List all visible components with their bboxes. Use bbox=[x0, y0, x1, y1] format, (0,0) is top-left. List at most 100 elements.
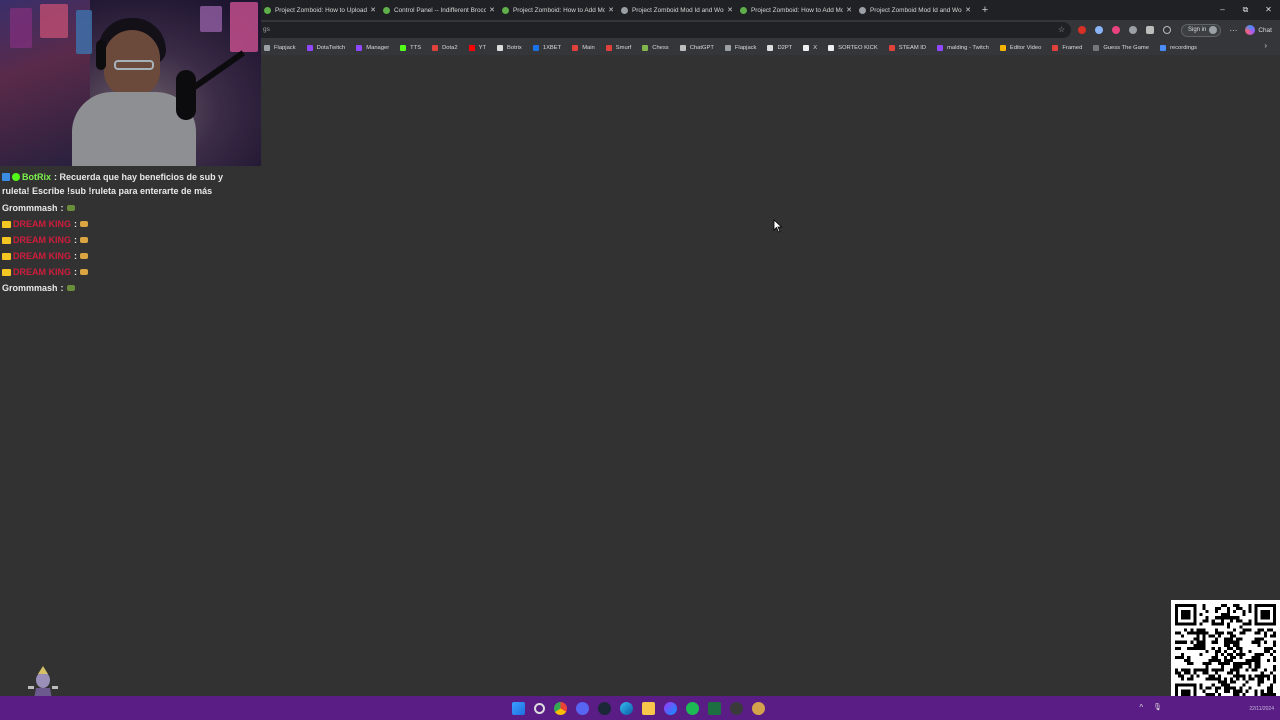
edge-icon[interactable] bbox=[620, 701, 633, 715]
taskbar-clock[interactable]: 22/11/2024 bbox=[1249, 706, 1274, 712]
excel-icon[interactable] bbox=[708, 701, 721, 715]
spotify-icon[interactable] bbox=[686, 701, 699, 715]
bookmark-item[interactable]: Dota2 bbox=[432, 44, 458, 51]
bookmark-item[interactable]: Editor Video bbox=[999, 44, 1041, 51]
browser-tab[interactable]: Project Zomboid: How to Upload a ✕ bbox=[261, 0, 380, 20]
bookmark-label: STEAM ID bbox=[898, 44, 927, 51]
close-tab-icon[interactable]: ✕ bbox=[727, 6, 733, 14]
discord-icon[interactable] bbox=[576, 701, 589, 715]
sign-in-button[interactable]: Sign in bbox=[1181, 23, 1222, 37]
chat-message: Grommmash: bbox=[2, 280, 252, 296]
bookmark-item[interactable]: Smurf bbox=[605, 44, 632, 51]
tray-chevron-icon[interactable]: ^ bbox=[1139, 703, 1143, 712]
browser-tab[interactable]: Project Zomboid: How to Add Mo ✕ bbox=[499, 0, 618, 20]
profile-avatar-icon bbox=[1209, 26, 1218, 34]
bookmark-label: recordings bbox=[1169, 44, 1198, 51]
close-tab-icon[interactable]: ✕ bbox=[965, 6, 971, 14]
tab-favicon-icon bbox=[502, 6, 509, 14]
restore-button[interactable]: ⧉ bbox=[1234, 0, 1257, 20]
tab-favicon-icon bbox=[264, 6, 271, 14]
menu-dots-icon[interactable]: ⋯ bbox=[1229, 26, 1237, 35]
messenger-icon[interactable] bbox=[664, 701, 677, 715]
history-icon[interactable] bbox=[1163, 26, 1171, 34]
new-tab-button[interactable]: + bbox=[975, 4, 995, 16]
bookmark-label: Guess The Game bbox=[1103, 44, 1149, 51]
microphone-icon[interactable]: 🎙 bbox=[1153, 703, 1162, 712]
bookmark-item[interactable]: Framed bbox=[1052, 44, 1082, 51]
bookmark-label: malding - Twitch bbox=[947, 44, 989, 51]
extensions-area bbox=[1078, 26, 1171, 34]
bookmark-item[interactable]: SORTEO KICK bbox=[828, 44, 878, 51]
chat-username: DREAM KING bbox=[13, 219, 71, 229]
close-window-button[interactable]: ✕ bbox=[1257, 0, 1280, 20]
system-tray: ^ 🎙 bbox=[1139, 703, 1162, 712]
bookmark-item[interactable]: STEAM ID bbox=[888, 44, 927, 51]
chat-separator: : bbox=[74, 235, 77, 245]
browser-tab[interactable]: Project Zomboid Mod Id and Wor ✕ bbox=[618, 0, 737, 20]
bookmark-item[interactable]: Guess The Game bbox=[1093, 44, 1149, 51]
bookmark-favicon-icon bbox=[642, 44, 649, 51]
extension-icon[interactable] bbox=[1129, 26, 1137, 34]
search-icon[interactable] bbox=[534, 702, 545, 714]
chat-rows: Grommmash: DREAM KING: DREAM KING: DREAM KI… bbox=[2, 200, 252, 296]
address-bar[interactable]: gs ☆ bbox=[261, 22, 1071, 38]
minimize-button[interactable]: – bbox=[1211, 0, 1234, 20]
bookmark-item[interactable]: Botrix bbox=[497, 44, 522, 51]
close-tab-icon[interactable]: ✕ bbox=[846, 6, 852, 14]
bookmark-item[interactable]: DotaTwitch bbox=[306, 44, 345, 51]
chat-separator: : bbox=[60, 203, 64, 213]
tab-favicon-icon bbox=[383, 6, 390, 14]
close-tab-icon[interactable]: ✕ bbox=[489, 6, 495, 14]
chat-emote-icon bbox=[80, 269, 88, 275]
extension-icon[interactable] bbox=[1095, 26, 1103, 34]
extension-icon[interactable] bbox=[1078, 26, 1086, 34]
bookmark-item[interactable]: TTS bbox=[400, 44, 421, 51]
bookmark-item[interactable]: malding - Twitch bbox=[937, 44, 989, 51]
bookmark-label: Flapjack bbox=[274, 44, 296, 51]
bookmark-item[interactable]: Manager bbox=[356, 44, 389, 51]
more-bookmarks-icon[interactable]: › bbox=[1264, 41, 1267, 50]
taskbar: ^ 🎙 22/11/2024 bbox=[0, 696, 1280, 720]
chrome-icon[interactable] bbox=[554, 701, 567, 715]
browser-tab[interactable]: Project Zomboid: How to Add Mo ✕ bbox=[737, 0, 856, 20]
media-icon[interactable] bbox=[730, 701, 743, 715]
copilot-icon bbox=[1245, 25, 1256, 35]
browser-tab[interactable]: Control Panel -- Indifferent Brocc ✕ bbox=[380, 0, 499, 20]
chat-username: Grommmash bbox=[2, 283, 58, 293]
chat-button[interactable]: Chat bbox=[1245, 25, 1272, 35]
chat-message: DREAM KING: bbox=[2, 232, 252, 248]
bookmark-favicon-icon bbox=[937, 44, 944, 51]
file-explorer-icon[interactable] bbox=[642, 701, 655, 715]
tab-title: Project Zomboid Mod Id and Wor bbox=[870, 6, 963, 14]
bookmark-item[interactable]: YT bbox=[468, 44, 486, 51]
close-tab-icon[interactable]: ✕ bbox=[608, 6, 614, 14]
bookmark-item[interactable]: X bbox=[803, 44, 817, 51]
bookmark-item[interactable]: Main bbox=[572, 44, 595, 51]
bookmark-favicon-icon bbox=[572, 44, 579, 51]
screen: Project Zomboid: How to Upload a ✕ Contr… bbox=[0, 0, 1280, 720]
bookmark-favicon-icon bbox=[724, 44, 731, 51]
bookmark-item[interactable]: ChatGPT bbox=[679, 44, 714, 51]
close-tab-icon[interactable]: ✕ bbox=[370, 6, 376, 14]
bookmark-item[interactable]: Flapjack bbox=[724, 44, 756, 51]
bookmark-item[interactable]: Flapjack bbox=[264, 44, 296, 51]
qr-code-image bbox=[1171, 600, 1280, 709]
bookmark-item[interactable]: recordings bbox=[1159, 44, 1198, 51]
bookmark-item[interactable]: 1XBET bbox=[532, 44, 561, 51]
address-text: gs bbox=[263, 26, 270, 33]
chat-emote-icon bbox=[66, 205, 75, 211]
browser-tab[interactable]: Project Zomboid Mod Id and Wor ✕ bbox=[856, 0, 975, 20]
bookmark-label: Smurf bbox=[615, 44, 632, 51]
webcam-overlay bbox=[0, 0, 261, 166]
bookmark-item[interactable]: Chess bbox=[642, 44, 669, 51]
puzzle-icon[interactable] bbox=[1146, 26, 1154, 34]
bookmark-label: Botrix bbox=[507, 44, 522, 51]
bookmark-favicon-icon bbox=[306, 44, 313, 51]
extension-icon[interactable] bbox=[1112, 26, 1120, 34]
steam-icon[interactable] bbox=[598, 701, 611, 715]
windows-start-icon[interactable] bbox=[512, 701, 525, 715]
bookmark-star-icon[interactable]: ☆ bbox=[1058, 22, 1065, 38]
chat-separator: : bbox=[74, 251, 77, 261]
bookmark-item[interactable]: D2PT bbox=[767, 44, 792, 51]
obs-icon[interactable] bbox=[752, 701, 765, 715]
